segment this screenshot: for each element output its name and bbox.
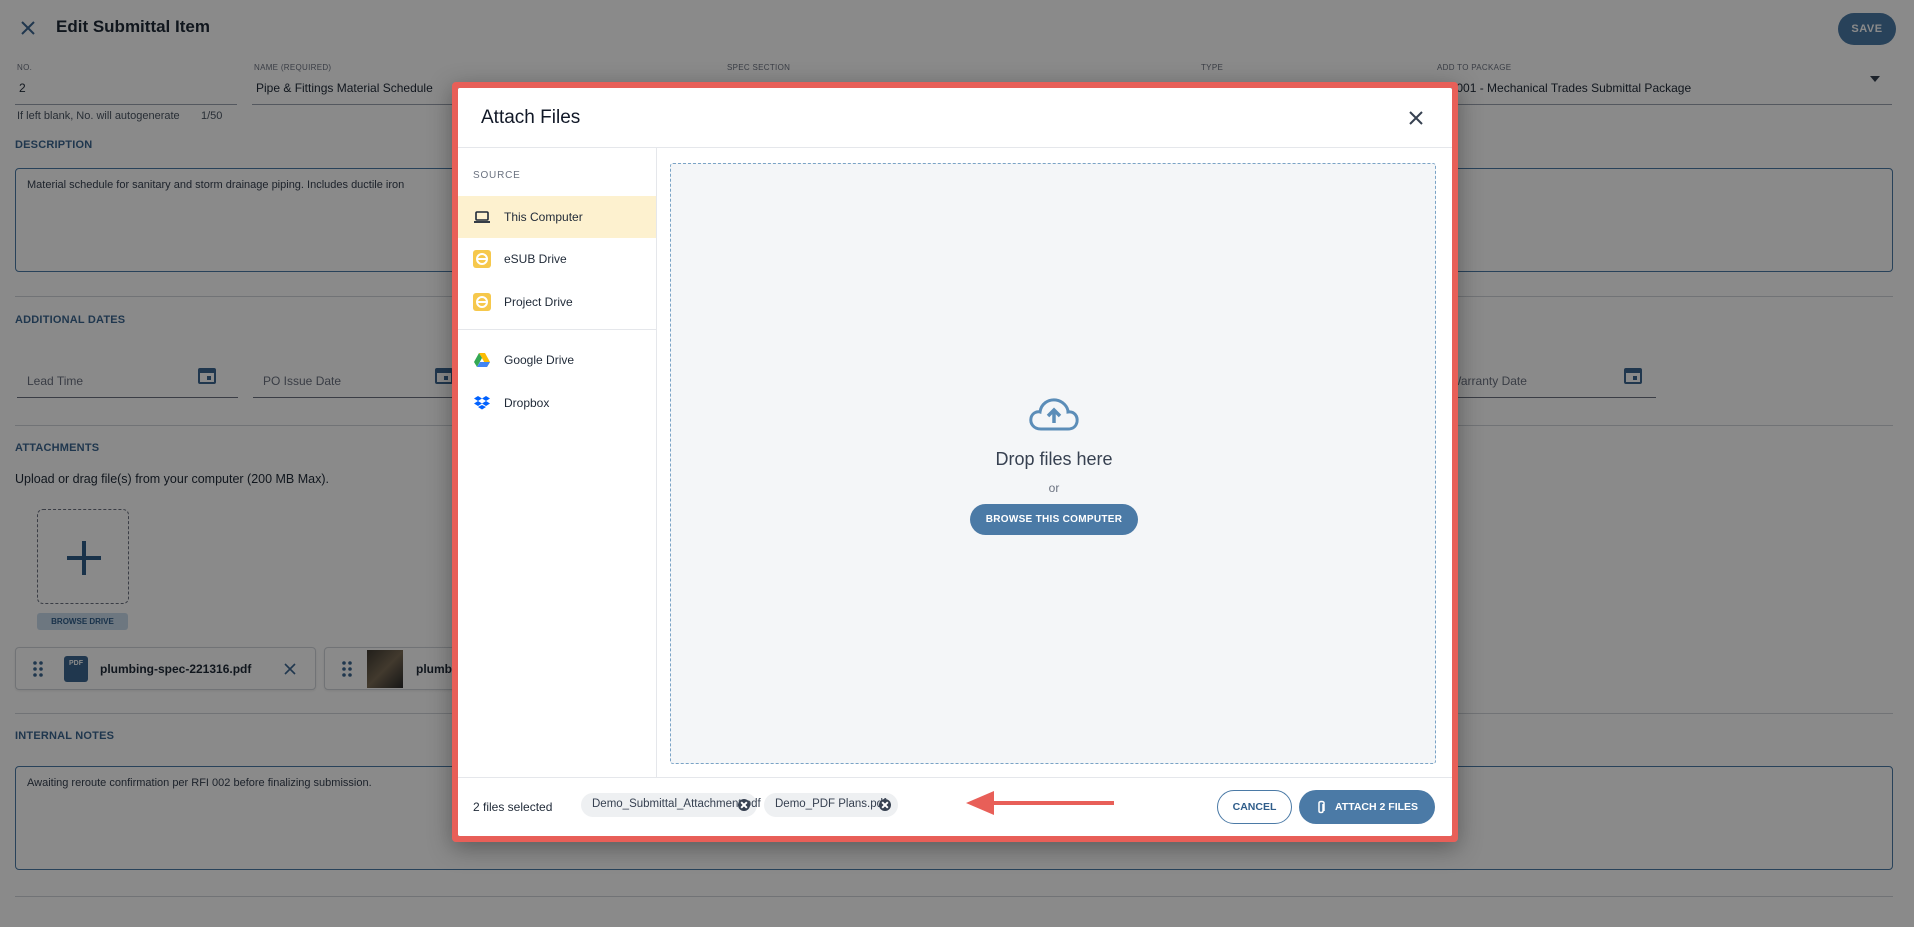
google-drive-icon xyxy=(474,353,490,367)
selected-file-name: Demo_Submittal_Attachment.pdf xyxy=(592,798,761,810)
source-label: SOURCE xyxy=(473,170,521,181)
attach-files-dialog: Attach Files SOURCE This Computer eSUB D… xyxy=(458,88,1452,836)
esub-drive-icon xyxy=(473,250,491,268)
remove-file-icon[interactable] xyxy=(738,799,750,811)
source-item-label: eSUB Drive xyxy=(504,252,567,266)
paperclip-icon xyxy=(1318,800,1325,814)
dropbox-icon xyxy=(474,396,490,410)
source-item-label: This Computer xyxy=(504,210,583,224)
project-drive-icon xyxy=(473,293,491,311)
remove-file-icon[interactable] xyxy=(879,799,891,811)
drop-files-text: Drop files here xyxy=(995,449,1113,469)
source-item-label: Google Drive xyxy=(504,353,575,367)
attach-files-button[interactable]: ATTACH 2 FILES xyxy=(1299,790,1435,824)
cancel-button[interactable]: CANCEL xyxy=(1217,790,1292,824)
dialog-title: Attach Files xyxy=(481,107,581,128)
source-item-label: Dropbox xyxy=(504,396,550,410)
close-icon[interactable] xyxy=(1406,108,1426,128)
file-drop-zone[interactable]: Drop files here or BROWSE THIS COMPUTER xyxy=(670,163,1436,764)
source-item-esub-drive[interactable]: eSUB Drive xyxy=(458,238,656,280)
or-text: or xyxy=(1048,481,1060,495)
source-item-project-drive[interactable]: Project Drive xyxy=(458,281,656,323)
browse-this-computer-button[interactable]: BROWSE THIS COMPUTER xyxy=(970,504,1138,535)
selected-file-chip: Demo_Submittal_Attachment.pdf xyxy=(581,793,761,817)
source-item-google-drive[interactable]: Google Drive xyxy=(458,339,656,381)
dialog-header: Attach Files xyxy=(458,88,1452,148)
selected-file-name: Demo_PDF Plans.pdf xyxy=(775,798,887,810)
files-selected-count: 2 files selected xyxy=(473,800,553,814)
dialog-footer: 2 files selected Demo_Submittal_Attachme… xyxy=(458,777,1452,836)
sidebar-divider xyxy=(458,329,656,330)
attach-files-label: ATTACH 2 FILES xyxy=(1335,801,1419,813)
cloud-upload-icon xyxy=(1029,398,1079,431)
annotation-arrow xyxy=(966,791,1114,815)
source-item-dropbox[interactable]: Dropbox xyxy=(458,382,656,424)
source-item-label: Project Drive xyxy=(504,295,573,309)
laptop-icon xyxy=(474,211,490,223)
source-item-this-computer[interactable]: This Computer xyxy=(458,196,656,238)
selected-file-chip: Demo_PDF Plans.pdf xyxy=(764,793,898,817)
